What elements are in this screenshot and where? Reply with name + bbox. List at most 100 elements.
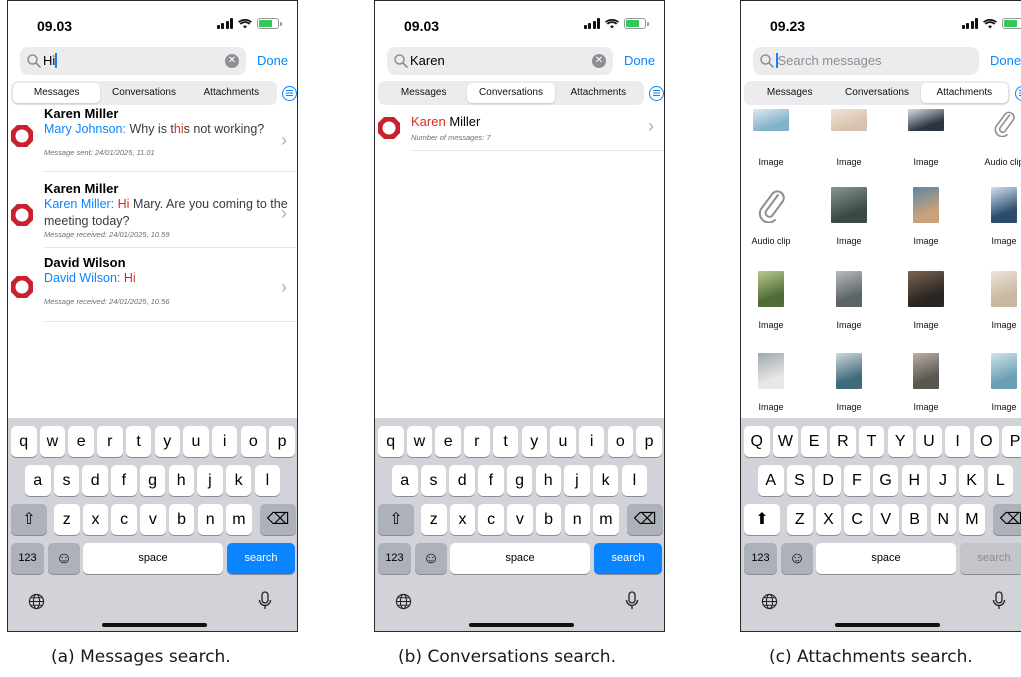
key-n[interactable]: n bbox=[564, 504, 590, 535]
attachment-item[interactable]: Image bbox=[891, 109, 961, 167]
key-v[interactable]: v bbox=[507, 504, 533, 535]
key-t[interactable]: t bbox=[125, 426, 152, 457]
key-g[interactable]: g bbox=[506, 465, 533, 496]
key-d[interactable]: D bbox=[815, 465, 841, 496]
key-z[interactable]: Z bbox=[787, 504, 813, 535]
key-o[interactable]: o bbox=[240, 426, 267, 457]
tab-conversations[interactable]: Conversations bbox=[467, 83, 555, 103]
key-g[interactable]: G bbox=[872, 465, 899, 496]
key-l[interactable]: L bbox=[987, 465, 1014, 496]
key-s[interactable]: S bbox=[786, 465, 813, 496]
search-input[interactable]: Karen ✕ bbox=[387, 47, 613, 75]
tab-attachments[interactable]: Attachments bbox=[555, 83, 642, 103]
key-r[interactable]: r bbox=[97, 426, 123, 457]
key-y[interactable]: Y bbox=[887, 426, 913, 457]
key-m[interactable]: m bbox=[226, 504, 252, 535]
key-g[interactable]: g bbox=[139, 465, 166, 496]
key-c[interactable]: c bbox=[478, 504, 504, 535]
key-h[interactable]: h bbox=[535, 465, 561, 496]
numbers-key[interactable]: 123 bbox=[378, 543, 411, 574]
key-b[interactable]: b bbox=[535, 504, 562, 535]
key-r[interactable]: r bbox=[464, 426, 490, 457]
key-w[interactable]: w bbox=[39, 426, 66, 457]
tab-conversations[interactable]: Conversations bbox=[100, 83, 187, 103]
delete-key[interactable]: ⌫ bbox=[993, 504, 1021, 535]
key-k[interactable]: K bbox=[958, 465, 985, 496]
delete-key[interactable]: ⌫ bbox=[260, 504, 296, 535]
filter-icon[interactable] bbox=[282, 86, 297, 101]
key-p[interactable]: p bbox=[269, 426, 295, 457]
emoji-key[interactable]: ☺ bbox=[781, 543, 813, 574]
microphone-icon[interactable] bbox=[625, 591, 639, 611]
shift-key[interactable]: ⬆ bbox=[744, 504, 780, 535]
attachment-item[interactable]: Image bbox=[891, 187, 961, 246]
key-y[interactable]: y bbox=[154, 426, 180, 457]
key-r[interactable]: R bbox=[830, 426, 856, 457]
key-q[interactable]: Q bbox=[744, 426, 770, 457]
globe-icon[interactable] bbox=[761, 593, 778, 610]
key-e[interactable]: e bbox=[435, 426, 461, 457]
key-n[interactable]: N bbox=[930, 504, 956, 535]
attachment-item[interactable]: Image bbox=[814, 353, 884, 412]
list-item[interactable]: David Wilson David Wilson: Hi Message re… bbox=[8, 255, 297, 322]
key-b[interactable]: B bbox=[901, 504, 928, 535]
key-l[interactable]: l bbox=[621, 465, 648, 496]
tab-attachments[interactable]: Attachments bbox=[920, 83, 1008, 103]
key-d[interactable]: d bbox=[449, 465, 475, 496]
attachment-item[interactable]: Image bbox=[741, 109, 806, 167]
attachment-item[interactable]: Image bbox=[814, 109, 884, 167]
key-i[interactable]: i bbox=[211, 426, 238, 457]
key-q[interactable]: q bbox=[11, 426, 37, 457]
list-item[interactable]: Karen Miller Karen Miller: Hi Mary. Are … bbox=[8, 181, 297, 248]
numbers-key[interactable]: 123 bbox=[11, 543, 44, 574]
attachment-item[interactable]: Image bbox=[969, 187, 1021, 246]
key-n[interactable]: n bbox=[197, 504, 223, 535]
globe-icon[interactable] bbox=[28, 593, 45, 610]
key-w[interactable]: w bbox=[406, 426, 433, 457]
key-m[interactable]: m bbox=[593, 504, 619, 535]
emoji-key[interactable]: ☺ bbox=[48, 543, 80, 574]
attachment-item[interactable]: Image bbox=[741, 353, 806, 412]
key-j[interactable]: J bbox=[930, 465, 956, 496]
key-u[interactable]: u bbox=[550, 426, 576, 457]
attachment-item[interactable]: Image bbox=[814, 271, 884, 330]
key-w[interactable]: W bbox=[772, 426, 799, 457]
key-f[interactable]: f bbox=[478, 465, 504, 496]
tab-attachments[interactable]: Attachments bbox=[188, 83, 275, 103]
key-b[interactable]: b bbox=[168, 504, 195, 535]
key-e[interactable]: E bbox=[801, 426, 827, 457]
tab-conversations[interactable]: Conversations bbox=[833, 83, 920, 103]
key-y[interactable]: y bbox=[521, 426, 547, 457]
globe-icon[interactable] bbox=[395, 593, 412, 610]
key-h[interactable]: h bbox=[168, 465, 194, 496]
emoji-key[interactable]: ☺ bbox=[415, 543, 447, 574]
attachment-item[interactable]: Image bbox=[969, 353, 1021, 412]
key-t[interactable]: T bbox=[858, 426, 885, 457]
search-input[interactable]: Hi ✕ bbox=[20, 47, 246, 75]
key-f[interactable]: f bbox=[111, 465, 137, 496]
microphone-icon[interactable] bbox=[992, 591, 1006, 611]
key-h[interactable]: H bbox=[901, 465, 927, 496]
attachment-item[interactable]: Audio clip bbox=[741, 187, 806, 246]
key-s[interactable]: s bbox=[53, 465, 80, 496]
key-t[interactable]: t bbox=[492, 426, 519, 457]
filter-icon[interactable] bbox=[1015, 86, 1021, 101]
done-button[interactable]: Done bbox=[257, 53, 288, 68]
key-m[interactable]: M bbox=[959, 504, 985, 535]
key-o[interactable]: O bbox=[973, 426, 1000, 457]
attachment-item[interactable]: Image bbox=[741, 271, 806, 330]
key-x[interactable]: x bbox=[449, 504, 476, 535]
key-e[interactable]: e bbox=[68, 426, 94, 457]
clear-search-icon[interactable]: ✕ bbox=[592, 54, 606, 68]
key-v[interactable]: v bbox=[140, 504, 166, 535]
shift-key[interactable]: ⇧ bbox=[378, 504, 414, 535]
key-k[interactable]: k bbox=[225, 465, 252, 496]
key-d[interactable]: d bbox=[82, 465, 108, 496]
microphone-icon[interactable] bbox=[258, 591, 272, 611]
key-o[interactable]: o bbox=[607, 426, 634, 457]
attachment-item[interactable]: Image bbox=[814, 187, 884, 246]
list-item[interactable]: Karen Miller Number of messages: 7 › bbox=[375, 106, 664, 151]
tab-messages[interactable]: Messages bbox=[746, 83, 833, 103]
key-z[interactable]: z bbox=[54, 504, 80, 535]
key-f[interactable]: F bbox=[844, 465, 870, 496]
